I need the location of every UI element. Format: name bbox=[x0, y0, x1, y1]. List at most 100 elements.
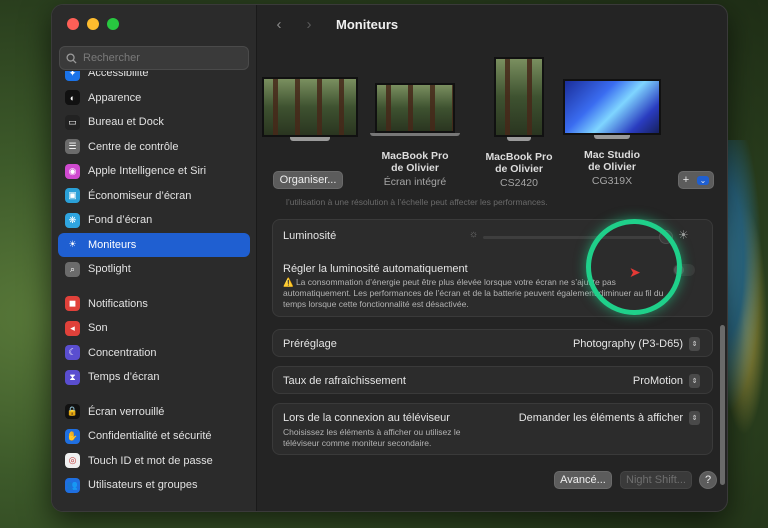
sidebar-item[interactable]: ☾ Concentration bbox=[58, 341, 250, 366]
screen-time-icon: ⧗ bbox=[65, 369, 80, 385]
traffic-lights bbox=[67, 18, 119, 30]
add-display-button[interactable]: + ⌄ bbox=[678, 171, 714, 189]
add-display-label: + bbox=[682, 174, 690, 186]
advanced-button[interactable]: Avancé... bbox=[554, 471, 612, 489]
sidebar-item[interactable]: ◂ Son bbox=[58, 316, 250, 341]
search-icon bbox=[66, 52, 77, 64]
preset-popup[interactable]: Photography (P3-D65) ⇕ bbox=[573, 337, 700, 351]
privacy-icon: ✋ bbox=[65, 428, 80, 444]
forward-button[interactable]: › bbox=[302, 16, 316, 33]
display-name-line1: Mac Studio bbox=[583, 149, 640, 161]
auto-brightness-label: Régler la luminosité automatiquement bbox=[283, 263, 468, 275]
display-thumbnail bbox=[563, 79, 661, 135]
preset-value: Photography (P3-D65) bbox=[572, 338, 683, 350]
sidebar-item[interactable]: ☀ Moniteurs bbox=[58, 232, 250, 257]
screensaver-icon: ▣ bbox=[65, 188, 80, 204]
sidebar-item[interactable]: ◐ Apparence bbox=[58, 86, 250, 111]
display-cg319x[interactable]: Mac Studio de Olivier CG319X bbox=[562, 79, 662, 187]
sidebar-item[interactable]: ✋ Confidentialité et sécurité bbox=[58, 424, 250, 449]
display-thumbnail bbox=[375, 83, 455, 133]
displays-icon: ☀ bbox=[65, 237, 80, 253]
display-stand bbox=[594, 135, 630, 139]
refresh-row[interactable]: Taux de rafraîchissement ProMotion ⇕ bbox=[272, 366, 713, 394]
titlebar: ‹ › Moniteurs bbox=[258, 5, 727, 43]
display-name-line1: MacBook Pro bbox=[381, 150, 449, 162]
sidebar: ✦ Accessibilité ◐ Apparence ▭ Bureau et Dock ☰… bbox=[52, 5, 257, 511]
touch-id-icon: ◎ bbox=[65, 453, 80, 469]
display-subtitle: Écran intégré bbox=[383, 176, 447, 188]
updown-chevron-icon: ⇕ bbox=[689, 411, 700, 425]
sidebar-item-label: Utilisateurs et groupes bbox=[88, 479, 198, 492]
display-thumbnail bbox=[262, 77, 358, 137]
chevron-down-icon: ⌄ bbox=[696, 175, 710, 185]
display-name-line2: de Olivier bbox=[391, 162, 439, 174]
tv-label: Lors de la connexion au téléviseur bbox=[283, 412, 450, 424]
minimize-button[interactable] bbox=[87, 18, 99, 30]
sidebar-item[interactable]: ◎ Touch ID et mot de passe bbox=[58, 449, 250, 474]
desktop-dock-icon: ▭ bbox=[65, 114, 80, 130]
sidebar-item-label: Accessibilité bbox=[88, 71, 149, 80]
sidebar-item[interactable]: ⧗ Temps d’écran bbox=[58, 365, 250, 390]
sidebar-item-label: Notifications bbox=[88, 297, 148, 310]
search-input[interactable] bbox=[83, 52, 243, 64]
zoom-button[interactable] bbox=[107, 18, 119, 30]
close-button[interactable] bbox=[67, 18, 79, 30]
sidebar-item-label: Concentration bbox=[88, 346, 157, 359]
arrange-button[interactable]: Organiser... bbox=[273, 171, 343, 189]
tv-row[interactable]: Lors de la connexion au téléviseur Deman… bbox=[272, 403, 713, 455]
help-button[interactable]: ? bbox=[699, 471, 717, 489]
tv-popup[interactable]: Demander les éléments à afficher ⇕ bbox=[519, 411, 700, 425]
sidebar-item[interactable]: ◉ Apple Intelligence et Siri bbox=[58, 159, 250, 184]
brightness-low-icon: ☼ bbox=[469, 229, 479, 240]
sidebar-group-spacer bbox=[58, 282, 250, 292]
sidebar-item[interactable]: ◼ Notifications bbox=[58, 292, 250, 317]
truncated-note: l’utilisation à une résolution à l’échel… bbox=[286, 197, 548, 207]
sidebar-item[interactable]: 👥 Utilisateurs et groupes bbox=[58, 473, 250, 498]
refresh-popup[interactable]: ProMotion ⇕ bbox=[633, 374, 700, 388]
sidebar-item[interactable]: ❋ Fond d’écran bbox=[58, 208, 250, 233]
sidebar-item-label: Apple Intelligence et Siri bbox=[88, 165, 207, 178]
sidebar-item[interactable]: ☰ Centre de contrôle bbox=[58, 135, 250, 160]
sidebar-item-label: Centre de contrôle bbox=[88, 140, 179, 153]
sidebar-item-label: Moniteurs bbox=[88, 238, 137, 251]
updown-chevron-icon: ⇕ bbox=[689, 337, 700, 351]
main-pane: ‹ › Moniteurs MacBook Pro de Olivier Écr… bbox=[258, 5, 727, 511]
tv-note: Choisissez les éléments à afficher ou ut… bbox=[283, 427, 461, 448]
control-center-icon: ☰ bbox=[65, 139, 80, 155]
sidebar-item-label: Spotlight bbox=[88, 263, 131, 276]
sidebar-item-label: Confidentialité et sécurité bbox=[88, 430, 212, 443]
lock-screen-icon: 🔒 bbox=[65, 404, 80, 420]
sidebar-item[interactable]: ▭ Bureau et Dock bbox=[58, 110, 250, 135]
tv-value: Demander les éléments à afficher bbox=[518, 412, 683, 424]
scrollbar[interactable] bbox=[720, 325, 725, 485]
sound-icon: ◂ bbox=[65, 320, 80, 336]
sidebar-item[interactable]: ▣ Économiseur d’écran bbox=[58, 184, 250, 209]
display-cs2420[interactable]: MacBook Pro de Olivier CS2420 bbox=[474, 57, 564, 189]
page-title: Moniteurs bbox=[336, 16, 399, 32]
users-icon: 👥 bbox=[65, 477, 80, 493]
sidebar-item-label: Temps d’écran bbox=[88, 371, 160, 384]
sidebar-item-label: Économiseur d’écran bbox=[88, 189, 192, 202]
preset-label: Préréglage bbox=[283, 338, 337, 350]
night-shift-button[interactable]: Night Shift... bbox=[620, 471, 692, 489]
appearance-icon: ◐ bbox=[65, 90, 80, 106]
display-stand bbox=[507, 137, 531, 141]
wallpaper-icon: ❋ bbox=[65, 212, 80, 228]
sidebar-item[interactable]: ✦ Accessibilité bbox=[58, 71, 250, 86]
back-button[interactable]: ‹ bbox=[272, 16, 286, 33]
search-field[interactable] bbox=[59, 46, 249, 70]
refresh-label: Taux de rafraîchissement bbox=[283, 375, 406, 387]
display-subtitle: CG319X bbox=[591, 175, 633, 187]
sidebar-group-spacer bbox=[58, 390, 250, 400]
sidebar-item[interactable]: 🔒 Écran verrouillé bbox=[58, 400, 250, 425]
cursor-icon: ➤ bbox=[629, 264, 641, 280]
display-stand bbox=[290, 137, 330, 141]
preset-row[interactable]: Préréglage Photography (P3-D65) ⇕ bbox=[272, 329, 713, 357]
focus-icon: ☾ bbox=[65, 345, 80, 361]
display-name-line1: MacBook Pro bbox=[485, 151, 553, 163]
display-external-left[interactable] bbox=[262, 77, 358, 141]
sidebar-item[interactable]: ⌕ Spotlight bbox=[58, 257, 250, 282]
brightness-label: Luminosité bbox=[283, 230, 337, 242]
sidebar-item-label: Fond d’écran bbox=[88, 214, 153, 227]
display-macbook-builtin[interactable]: MacBook Pro de Olivier Écran intégré bbox=[370, 83, 460, 188]
